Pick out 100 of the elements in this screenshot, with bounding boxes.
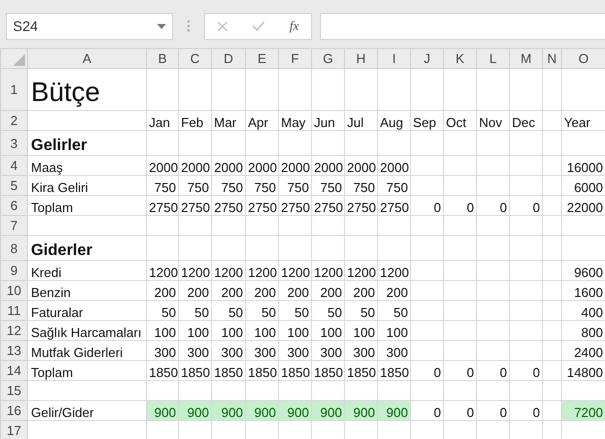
cell-text: 300 [187,345,209,360]
cell-text: 0 [500,200,507,215]
cell-text: 100 [320,325,342,340]
cell-text: Bütçe [31,77,100,107]
column-header[interactable]: L [489,51,497,66]
cell-text: 900 [353,405,375,420]
cell-text: 6000 [574,180,603,195]
cell-text: 300 [154,345,176,360]
cell-text: Toplam [31,200,73,215]
column-header[interactable]: O [578,51,589,66]
cell-text: 50 [294,305,309,320]
cell-text: 1200 [149,265,178,280]
cell-text: 2750 [347,200,376,215]
cell-text: Jul [347,115,364,130]
cell-text: 100 [154,325,176,340]
cell-text: Jun [314,115,335,130]
name-box[interactable]: S24 [6,12,173,40]
select-all-icon[interactable] [13,54,25,66]
cell-text: 100 [386,325,408,340]
cell-text: 750 [287,180,309,195]
cell-text: Year [564,115,590,130]
cell-text: 300 [353,345,375,360]
cell-text: 750 [254,180,276,195]
cell-text: 900 [254,405,276,420]
cell-text: 1200 [181,265,210,280]
dropdown-caret-icon[interactable] [157,24,166,28]
cell-text: 2000 [214,160,243,175]
column-header[interactable]: I [392,51,396,66]
cell-text: 100 [254,325,276,340]
cell-text: 0 [500,405,507,420]
cell-text: 50 [162,305,176,320]
cell-text: 1200 [281,265,310,280]
cell-text: 2000 [380,160,409,175]
cell-text: 750 [386,180,408,195]
cell-text: 750 [187,180,209,195]
cell-text: 300 [287,345,309,360]
cell-text: 1850 [314,365,343,380]
cell-text: 0 [434,200,441,215]
check-icon[interactable] [252,21,266,31]
cell-text: 1200 [214,265,243,280]
cell-text: 2750 [214,200,243,215]
cell-text: 50 [228,305,243,320]
cell-text: 2750 [248,200,277,215]
cell-text: Jan [149,115,170,130]
cell-text: Mutfak Giderleri [31,345,123,360]
cell-text: 0 [434,405,441,420]
cell-text: 750 [221,180,243,195]
cell-text: 0 [434,365,441,380]
cell-text: 0 [532,365,540,380]
cell-text: Dec [512,115,536,130]
cell-text: 1850 [248,365,277,380]
cell-text: 200 [187,285,209,300]
cell-text: 300 [254,345,276,360]
column-header[interactable]: J [424,51,430,66]
cell-text: 1200 [380,265,409,280]
cell-text: 14800 [566,365,603,380]
cell-text: 0 [466,365,474,380]
cell-text: 1200 [314,265,343,280]
cell-text: 9600 [574,265,603,280]
cell-text: 300 [221,345,243,360]
cell-text: 2000 [281,160,310,175]
cell-text: 50 [194,305,209,320]
cell-text: 2750 [181,200,210,215]
cell-text: 1600 [574,285,603,300]
column-header[interactable]: A [82,51,92,66]
formula-bar[interactable] [320,12,605,40]
row-header[interactable]: 1 [10,82,18,97]
row-header[interactable]: 3 [10,136,18,150]
cell-text: 2000 [347,160,376,175]
cell-text: Kredi [31,265,62,280]
row-header[interactable]: 8 [10,240,18,256]
cell-text: Benzin [31,285,71,300]
cell-text: 200 [386,285,408,300]
cell-text: 200 [320,285,342,300]
cell-text: 1850 [214,365,243,380]
cell-text: 0 [466,405,474,420]
cell-text: 2750 [314,200,343,215]
cell-text: 1850 [281,365,310,380]
cell-text: 1850 [181,365,210,380]
cell-text: 1850 [149,365,178,380]
cell-text: 100 [287,325,309,340]
cell-text: Giderler [31,242,92,259]
cell-text: Mar [214,115,236,130]
cell-text: Gelir/Gider [31,405,94,420]
cell-text: 900 [221,405,243,420]
cancel-icon[interactable] [217,20,228,32]
cell-text: 7200 [574,405,603,420]
cell-text: 50 [394,305,408,320]
cell-text: Sep [413,115,436,130]
cell-text: 2000 [248,160,277,175]
cell-text: 750 [320,180,342,195]
cell-text: 0 [532,200,540,215]
cell-text: 200 [254,285,276,300]
cell-text: 900 [287,405,309,420]
insert-function-button[interactable]: fx [290,18,299,34]
cell-text: 1200 [347,265,376,280]
cell-text: 2750 [281,200,310,215]
column-header[interactable]: F [291,51,299,66]
cell-text: 2000 [149,160,178,175]
cell-text: 100 [353,325,375,340]
